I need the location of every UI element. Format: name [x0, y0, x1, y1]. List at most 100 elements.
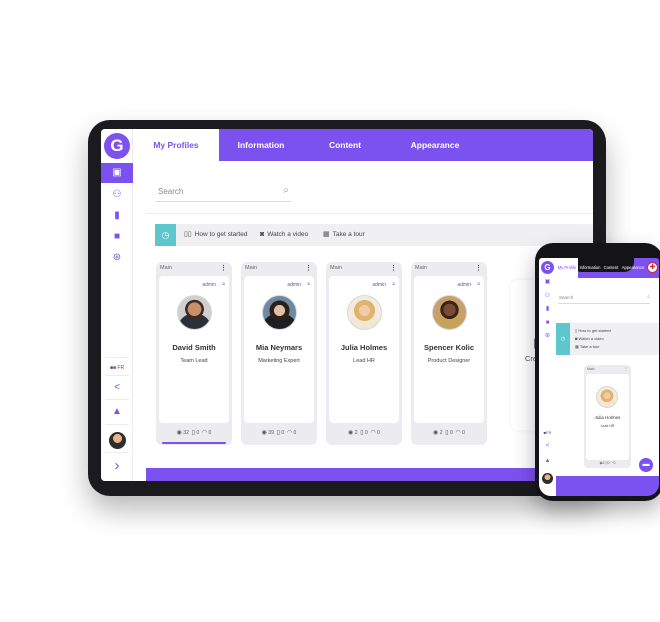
help-icon[interactable]: ◷: [155, 224, 176, 246]
profile-photo: [347, 295, 382, 330]
eye-icon: ◉: [176, 430, 182, 436]
bell-icon[interactable]: ▲: [539, 456, 556, 466]
views-count: 2: [602, 461, 605, 465]
sidebar-divider: [105, 375, 129, 376]
gamepad-nav-icon[interactable]: ⊛: [539, 331, 556, 341]
help-icon[interactable]: ◷: [556, 323, 570, 355]
chat-icon[interactable]: ▬: [639, 458, 653, 472]
watch-video-link[interactable]: ◙ Watch a video: [260, 224, 308, 246]
lock-icon: 🔒︎: [222, 281, 225, 287]
tab-appearance[interactable]: Appearance: [387, 129, 483, 161]
more-options-icon[interactable]: ⋮: [220, 264, 227, 272]
card-body: admin 🔒︎ Spencer Kolic Product Designer: [414, 276, 484, 423]
more-options-icon[interactable]: ⋮: [475, 264, 482, 272]
avatar[interactable]: [109, 432, 126, 449]
profile-role: Product Designer: [427, 358, 471, 364]
profile-stats: ◉ 2 ▯ 0 ◠ 0: [326, 429, 402, 436]
phone-content: Search ⌕ ◷ ▯ How to get started ◙ Watch …: [556, 278, 659, 476]
more-options-icon[interactable]: ⋮: [624, 366, 628, 371]
gamepad-nav-icon[interactable]: ⊛: [101, 250, 133, 266]
admin-badge: admin: [457, 282, 471, 288]
profile-name: Julia Holmes: [340, 343, 388, 352]
tab-appearance[interactable]: Appearance: [621, 258, 645, 278]
tab-content[interactable]: Content: [602, 258, 620, 278]
tab-information[interactable]: Information: [219, 129, 303, 161]
bottom-bar: [146, 468, 593, 481]
sidebar-divider: [105, 399, 129, 400]
card-tag: Main: [587, 367, 595, 371]
shares-count: 0: [449, 430, 453, 436]
wifi-icon: ◠: [455, 430, 461, 436]
bell-icon[interactable]: ▲: [101, 404, 133, 420]
bag-nav-icon[interactable]: ■: [101, 229, 133, 245]
tab-information[interactable]: Information: [579, 258, 601, 278]
wifi-icon: ◠: [201, 430, 208, 436]
profiles-nav-icon[interactable]: ▣: [539, 277, 556, 287]
chart-nav-icon[interactable]: ▮: [539, 304, 556, 314]
connections-count: 0: [377, 430, 380, 436]
admin-badge: admin: [202, 282, 216, 288]
search-icon[interactable]: ⌕: [283, 185, 289, 196]
profile-name: Spencer Kolic: [423, 343, 475, 352]
profile-photo: [177, 295, 212, 330]
more-options-icon[interactable]: ⋮: [390, 264, 397, 272]
views-count: 32: [183, 430, 189, 436]
help-item-label: Watch a video: [578, 336, 604, 341]
flag-uk-icon[interactable]: ✚: [647, 262, 658, 273]
how-to-get-started-link[interactable]: ▯ How to get started: [575, 328, 611, 333]
help-item-label: Take a tour: [579, 344, 600, 349]
eye-icon: ◉: [433, 430, 439, 436]
take-tour-link[interactable]: ▦ Take a tour: [323, 224, 365, 246]
share-icon[interactable]: <: [539, 441, 556, 451]
bag-nav-icon[interactable]: ■: [539, 318, 556, 328]
watch-video-link[interactable]: ◙ Watch a video: [575, 336, 604, 341]
tab-my-profiles[interactable]: My Profiles: [133, 129, 219, 161]
tab-content[interactable]: Content: [303, 129, 387, 161]
phone-sidebar: G ▣ ⚇ ▮ ■ ⊛ ■FR < ▲: [539, 258, 556, 496]
profile-card[interactable]: Main ⋮ admin 🔒︎ David Smith Team Lead ◉ …: [156, 262, 232, 445]
profile-photo: [432, 295, 467, 330]
lock-icon: 🔒︎: [477, 281, 480, 287]
tab-my-profile[interactable]: My Profile: [556, 258, 578, 278]
profile-role: Team Lead: [180, 358, 208, 364]
chart-nav-icon[interactable]: ▮: [101, 208, 133, 224]
search-input[interactable]: Search ⌕: [558, 294, 650, 304]
take-tour-link[interactable]: ▦ Take a tour: [575, 344, 600, 349]
profile-stats: ◉2 ▯0 ◠0: [584, 461, 631, 465]
language-label: FR: [117, 365, 125, 371]
profile-card[interactable]: Main ⋮ admin 🔒︎ Spencer Kolic Product De…: [411, 262, 487, 445]
clipboard-icon: ▯: [360, 430, 364, 436]
admin-badge: admin: [287, 282, 301, 288]
language-selector[interactable]: ■■ FR: [101, 365, 133, 371]
help-item-label: Watch a video: [267, 231, 309, 238]
avatar[interactable]: [542, 473, 553, 484]
views-count: 2: [354, 430, 358, 436]
eye-icon: ◉: [348, 430, 354, 436]
share-icon[interactable]: <: [101, 380, 133, 396]
profile-name: Julia Holmes: [594, 415, 621, 420]
profile-card[interactable]: Main ⋮ admin 🔒︎ Julia Holmes Lead HR ◉ 2…: [326, 262, 402, 445]
clipboard-icon: ▯: [191, 430, 195, 436]
users-nav-icon[interactable]: ⚇: [101, 187, 133, 203]
how-to-get-started-link[interactable]: ▯▯ How to get started: [184, 224, 247, 246]
lock-icon: 🔒︎: [307, 281, 310, 287]
language-selector[interactable]: ■FR: [539, 430, 556, 435]
card-tag: Main: [415, 265, 427, 271]
profile-stats: ◉ 2 ▯ 0 ◠ 0: [411, 429, 487, 436]
logo[interactable]: G: [104, 133, 130, 159]
chevron-right-icon[interactable]: ›: [101, 455, 133, 477]
users-nav-icon[interactable]: ⚇: [539, 291, 556, 301]
more-options-icon[interactable]: ⋮: [305, 264, 312, 272]
profile-card[interactable]: Main ⋮ admin 🔒︎ Mia Neymars Marketing Ex…: [241, 262, 317, 445]
clipboard-icon: ▯: [276, 430, 280, 436]
card-body: admin 🔒︎ Mia Neymars Marketing Expert: [244, 276, 314, 423]
search-input[interactable]: Search ⌕: [156, 184, 291, 202]
card-tag: Main: [160, 265, 172, 271]
profiles-nav-icon[interactable]: ▣: [101, 163, 133, 183]
logo[interactable]: G: [541, 261, 554, 274]
profile-card[interactable]: Main ⋮ Julia Holmes Lead HR ◉2 ▯0 ◠0: [584, 365, 631, 468]
phone-device: G ▣ ⚇ ▮ ■ ⊛ ■FR < ▲ My Profile Informati…: [535, 243, 660, 501]
search-icon[interactable]: ⌕: [647, 294, 650, 300]
card-body: admin 🔒︎ David Smith Team Lead: [159, 276, 229, 423]
active-card-indicator: [162, 442, 226, 444]
